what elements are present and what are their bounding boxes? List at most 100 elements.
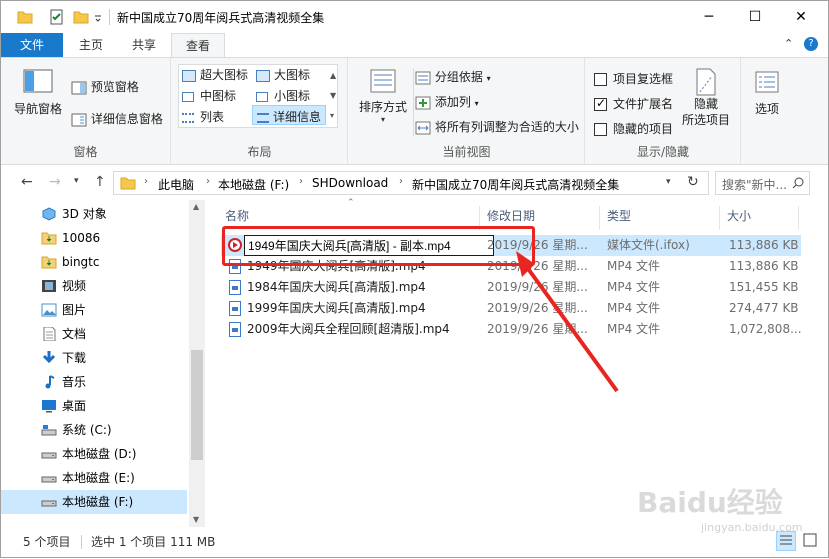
recent-dropdown-icon[interactable]: ▾ xyxy=(74,176,79,186)
search-input[interactable]: 搜索"新中... xyxy=(722,176,787,193)
refresh-icon[interactable]: ↻ xyxy=(687,174,699,190)
tab-file[interactable]: 文件 xyxy=(1,33,63,57)
item-checkbox-toggle[interactable]: 项目复选框 xyxy=(594,70,673,87)
nav-item-videos[interactable]: 视频 xyxy=(1,274,187,298)
video-icon xyxy=(42,280,56,292)
nav-item-drive-d[interactable]: 本地磁盘 (D:) xyxy=(1,442,187,466)
breadcrumb-separator-icon[interactable]: › xyxy=(299,176,303,187)
layout-details[interactable]: 详细信息 xyxy=(252,105,326,125)
file-row[interactable]: 2009年大阅兵全程回顾[超清版].mp4 2019/9/26 星期... MP… xyxy=(221,319,802,340)
breadcrumb-separator-icon[interactable]: › xyxy=(206,176,210,187)
nav-item-label: 10086 xyxy=(62,231,101,245)
file-date: 2019/9/26 星期... xyxy=(487,280,588,294)
breadcrumb-drive-f[interactable]: 本地磁盘 (F:) xyxy=(218,176,289,193)
layout-small-icons[interactable]: 小图标 xyxy=(256,87,310,104)
up-arrow-icon[interactable]: ↑ xyxy=(94,174,106,190)
file-type: MP4 文件 xyxy=(607,301,661,315)
breadcrumb-separator-icon[interactable]: › xyxy=(399,176,403,187)
group-by-button[interactable]: 分组依据 ▾ xyxy=(415,68,491,86)
layout-xl-icons[interactable]: 超大图标 xyxy=(182,66,248,83)
help-icon[interactable]: ? xyxy=(804,37,818,51)
nav-item-bingtc[interactable]: bingtc xyxy=(1,250,187,274)
file-name: 1999年国庆大阅兵[高清版].mp4 xyxy=(247,301,426,315)
preview-pane-button[interactable]: 预览窗格 xyxy=(71,78,139,96)
sort-by-label: 排序方式 xyxy=(358,100,407,114)
column-header-size[interactable]: 大小 xyxy=(721,206,799,230)
breadcrumb-separator-icon[interactable]: › xyxy=(144,176,148,187)
breadcrumb-shdownload[interactable]: SHDownload xyxy=(312,176,388,190)
details-pane-button[interactable]: 详细信息窗格 xyxy=(71,110,163,128)
medium-icons-icon xyxy=(182,91,194,102)
search-icon[interactable] xyxy=(792,177,804,189)
scroll-up-icon[interactable]: ▲ xyxy=(193,202,199,211)
hide-selected-label-2: 所选项目 xyxy=(681,113,730,127)
search-box[interactable]: 搜索"新中... xyxy=(715,171,810,195)
group-by-icon xyxy=(415,71,431,84)
layout-medium-icons[interactable]: 中图标 xyxy=(182,87,236,104)
nav-item-downloads[interactable]: 下载 xyxy=(1,346,187,370)
selection-info: 选中 1 个项目 111 MB xyxy=(91,535,216,549)
nav-item-label: 3D 对象 xyxy=(62,207,107,221)
breadcrumb-current-folder[interactable]: 新中国成立70周年阅兵式高清视频全集 xyxy=(412,176,619,193)
mp4-file-icon xyxy=(229,301,241,316)
system-drive-icon xyxy=(41,425,57,436)
options-button[interactable]: 选项 xyxy=(750,70,784,117)
tab-view[interactable]: 查看 xyxy=(171,33,225,57)
nav-item-pictures[interactable]: 图片 xyxy=(1,298,187,322)
nav-item-label: 文档 xyxy=(62,327,87,341)
preview-pane-label: 预览窗格 xyxy=(90,80,139,94)
back-arrow-icon[interactable]: ← xyxy=(21,174,33,190)
layout-scroll-arrows[interactable]: ▲ ▼ ▾ xyxy=(330,66,336,126)
file-ext-toggle[interactable]: 文件扩展名 xyxy=(594,95,673,112)
item-checkbox-box[interactable] xyxy=(594,73,607,86)
fit-columns-label: 将所有列调整为合适的大小 xyxy=(434,120,579,134)
close-button[interactable]: ✕ xyxy=(778,1,824,33)
nav-item-3d-objects[interactable]: 3D 对象 xyxy=(1,202,187,226)
file-type: 媒体文件(.ifox) xyxy=(607,238,690,252)
maximize-button[interactable]: ☐ xyxy=(732,1,778,33)
nav-item-drive-c[interactable]: 系统 (C:) xyxy=(1,418,187,442)
nav-item-10086[interactable]: 10086 xyxy=(1,226,187,250)
ribbon-tabs: 文件 主页 共享 查看 ⌃ ? xyxy=(1,33,828,57)
large-icons-view-toggle[interactable] xyxy=(801,531,821,551)
properties-icon[interactable] xyxy=(49,9,65,25)
nav-pane-button[interactable]: 导航窗格 xyxy=(13,68,63,117)
file-row[interactable]: 1984年国庆大阅兵[高清版].mp4 2019/9/26 星期... MP4 … xyxy=(221,277,801,298)
new-folder-icon[interactable] xyxy=(73,9,89,25)
panes-group-label: 窗格 xyxy=(73,145,98,159)
hidden-items-label: 隐藏的项目 xyxy=(613,122,674,136)
nav-item-documents[interactable]: 文档 xyxy=(1,322,187,346)
add-column-button[interactable]: 添加列 ▾ xyxy=(415,93,479,111)
address-bar-row: ← → ▾ ↑ › 此电脑 › 本地磁盘 (F:) › SHDownload ›… xyxy=(1,166,828,200)
qat-dropdown-icon[interactable] xyxy=(93,9,103,25)
hidden-items-toggle[interactable]: 隐藏的项目 xyxy=(594,120,673,137)
column-header-type[interactable]: 类型 xyxy=(601,206,720,230)
layout-large-icons[interactable]: 大图标 xyxy=(256,66,310,83)
nav-item-label: 图片 xyxy=(62,303,87,317)
file-ext-checkbox[interactable] xyxy=(594,96,607,111)
layout-list[interactable]: 列表 xyxy=(182,108,224,125)
nav-scroll-thumb[interactable] xyxy=(191,350,203,460)
scroll-down-icon[interactable]: ▼ xyxy=(193,515,199,524)
address-dropdown-icon[interactable]: ▾ xyxy=(666,177,671,187)
collapse-ribbon-icon[interactable]: ⌃ xyxy=(784,37,793,50)
nav-item-drive-e[interactable]: 本地磁盘 (E:) xyxy=(1,466,187,490)
address-bar[interactable]: › 此电脑 › 本地磁盘 (F:) › SHDownload › 新中国成立70… xyxy=(113,171,709,195)
hidden-items-checkbox[interactable] xyxy=(594,123,607,136)
breadcrumb-this-pc[interactable]: 此电脑 xyxy=(158,176,194,193)
tab-home[interactable]: 主页 xyxy=(65,33,117,57)
details-view-toggle[interactable] xyxy=(776,531,796,551)
file-size: 151,455 KB xyxy=(729,280,799,294)
tab-share[interactable]: 共享 xyxy=(118,33,170,57)
minimize-button[interactable]: ─ xyxy=(686,1,732,33)
forward-arrow-icon[interactable]: → xyxy=(49,174,61,190)
drive-icon xyxy=(41,452,57,459)
sort-by-button[interactable]: 排序方式 ▾ xyxy=(357,68,409,124)
nav-item-music[interactable]: 音乐 xyxy=(1,370,187,394)
nav-item-label: 本地磁盘 (F:) xyxy=(62,495,134,509)
file-row[interactable]: 1999年国庆大阅兵[高清版].mp4 2019/9/26 星期... MP4 … xyxy=(221,298,801,319)
nav-item-drive-f[interactable]: 本地磁盘 (F:) xyxy=(1,490,187,514)
hide-selected-button[interactable]: 隐藏 所选项目 xyxy=(680,68,732,128)
fit-columns-button[interactable]: 将所有列调整为合适的大小 xyxy=(415,118,579,136)
nav-item-desktop[interactable]: 桌面 xyxy=(1,394,187,418)
